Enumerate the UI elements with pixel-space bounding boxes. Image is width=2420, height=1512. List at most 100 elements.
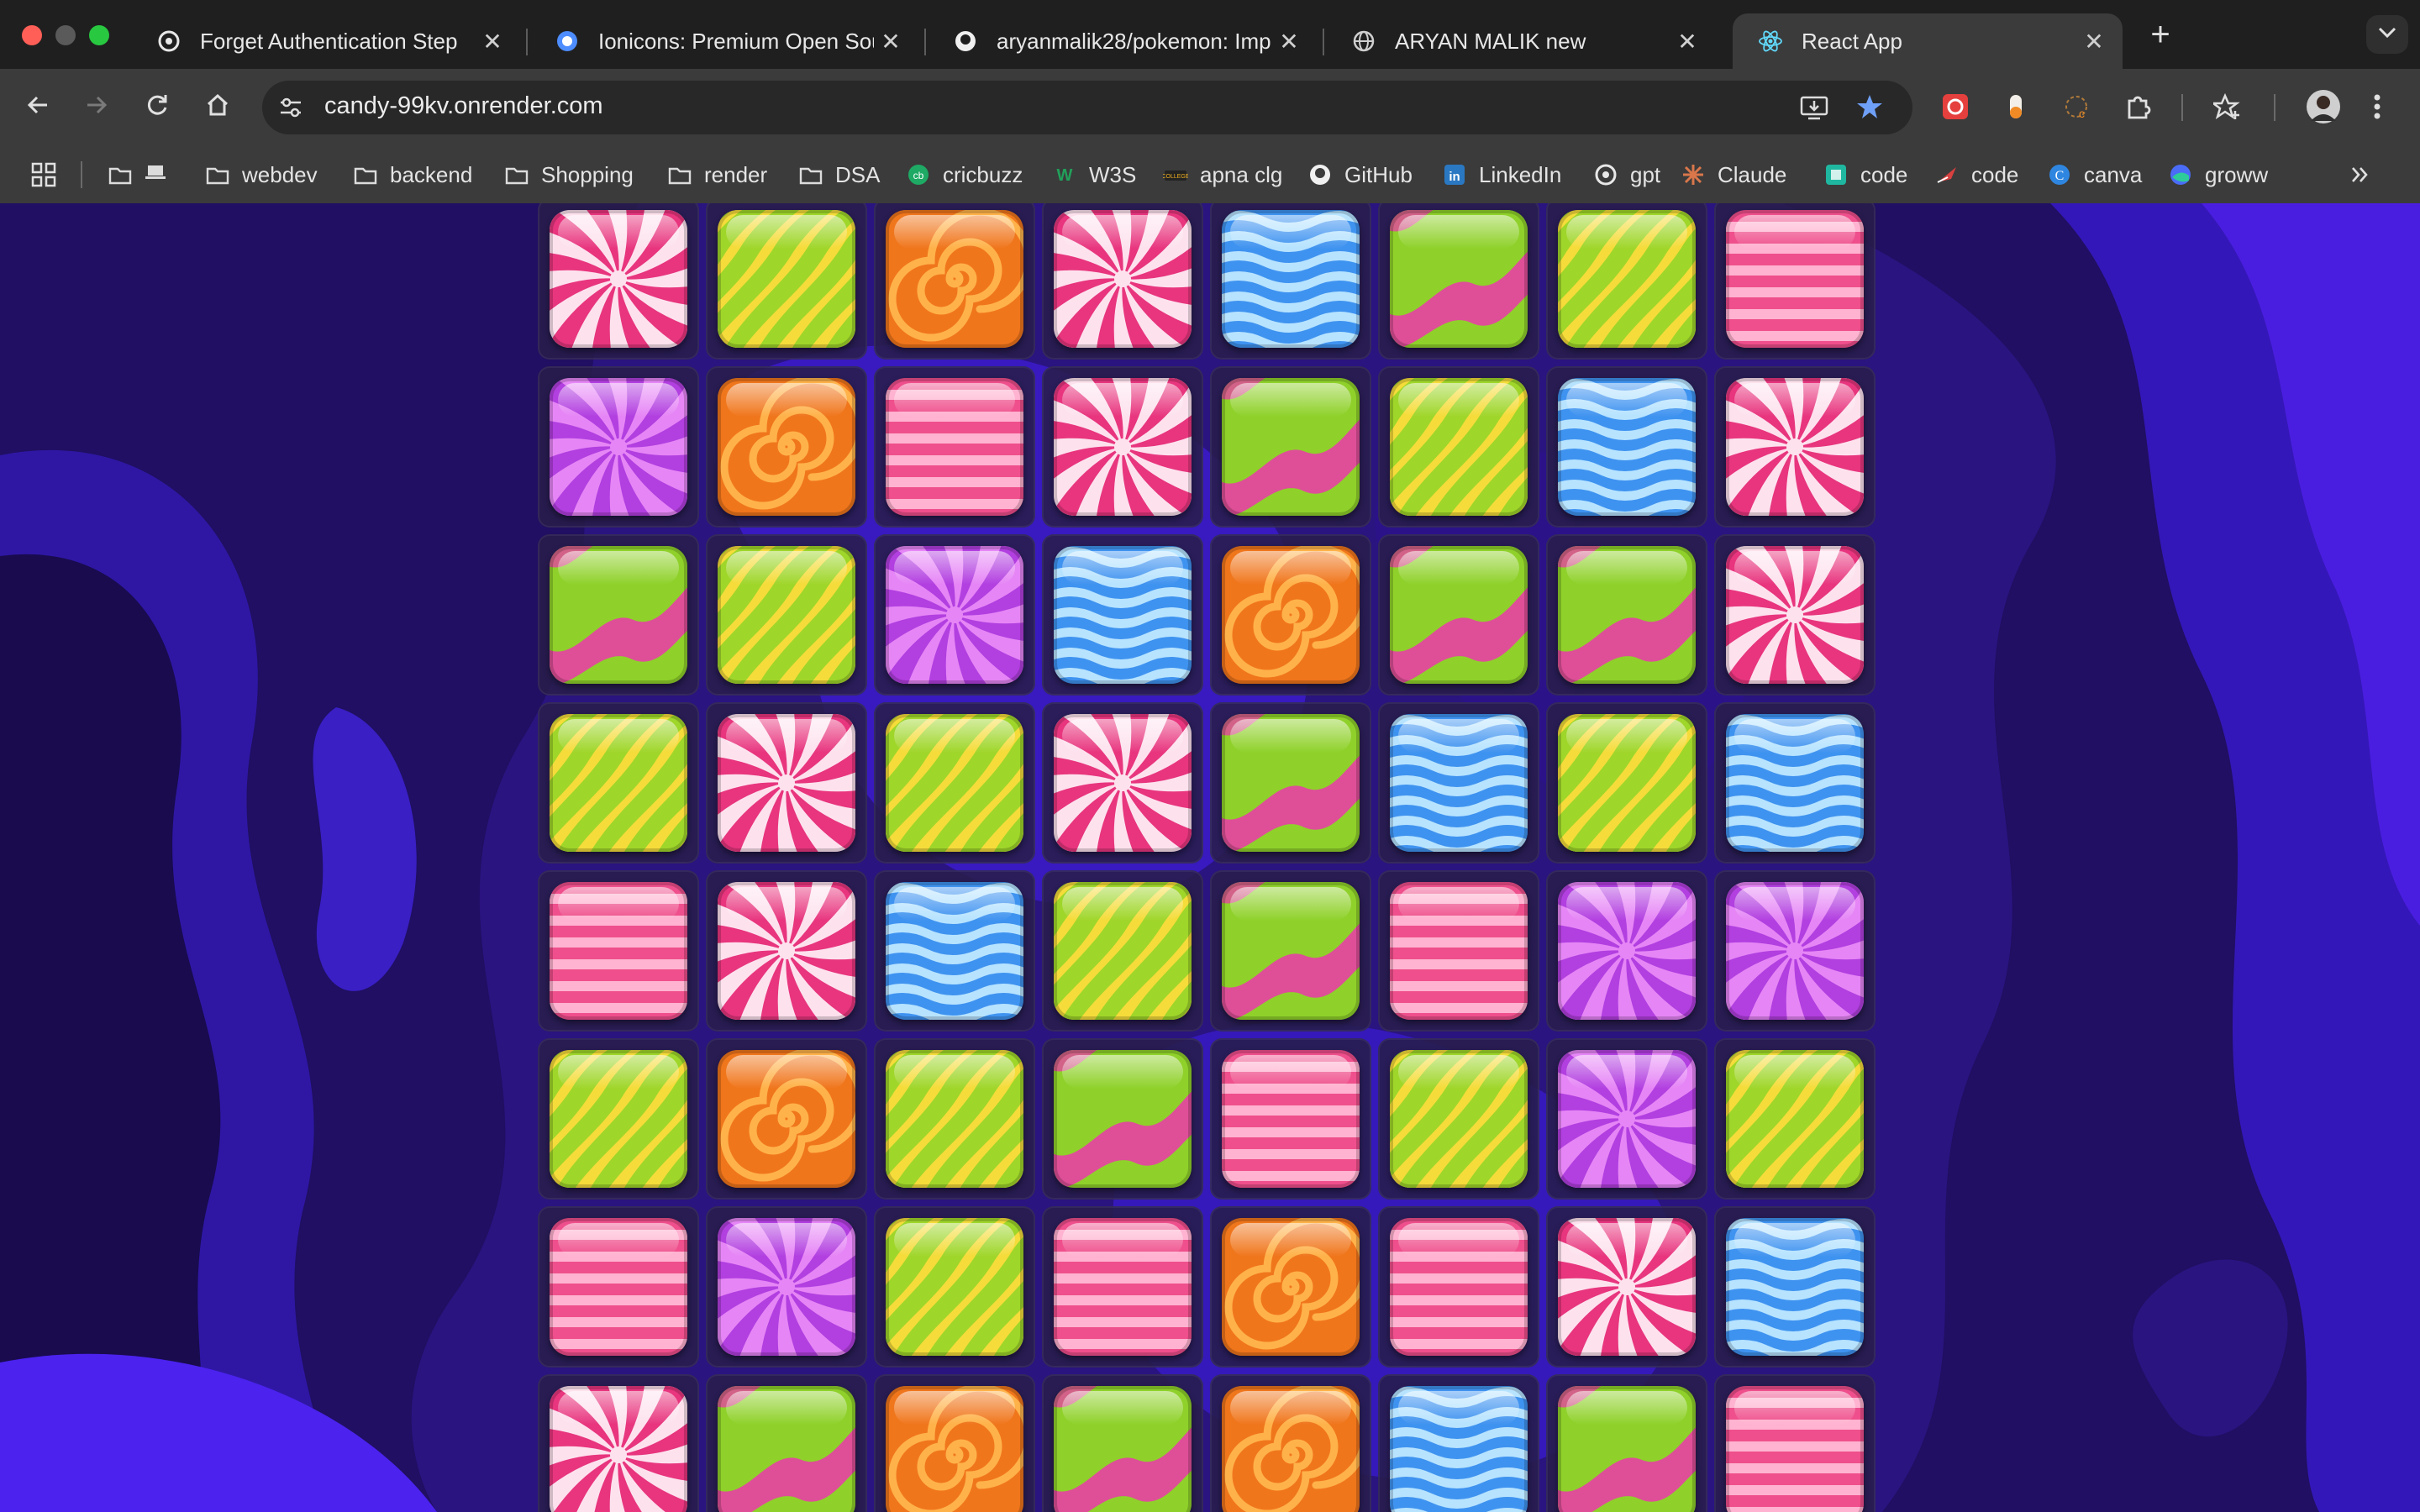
board-cell[interactable] — [706, 1374, 867, 1512]
board-cell[interactable] — [1210, 534, 1371, 696]
blue-wavy-candy[interactable] — [1390, 1386, 1528, 1512]
board-cell[interactable] — [1210, 702, 1371, 864]
board-cell[interactable] — [1042, 702, 1203, 864]
board-cell[interactable] — [1714, 1374, 1876, 1512]
site-settings-icon[interactable] — [277, 94, 304, 125]
tab-github-pokemon[interactable]: aryanmalik28/pokemon: Imple ✕ — [928, 13, 1318, 69]
close-tab-icon[interactable]: ✕ — [1272, 28, 1306, 55]
board-cell[interactable] — [874, 1038, 1035, 1200]
board-cell[interactable] — [1378, 203, 1539, 360]
board-cell[interactable] — [706, 702, 867, 864]
maximize-window-button[interactable] — [89, 25, 109, 45]
red-swirl-candy[interactable] — [1726, 546, 1864, 684]
board-cell[interactable] — [538, 702, 699, 864]
board-cell[interactable] — [538, 870, 699, 1032]
board-cell[interactable] — [1210, 1374, 1371, 1512]
orange-spiral-candy[interactable] — [886, 1386, 1023, 1512]
board-cell[interactable] — [1546, 1038, 1707, 1200]
board-cell[interactable] — [874, 534, 1035, 696]
blue-wavy-candy[interactable] — [1558, 378, 1696, 516]
back-button[interactable] — [18, 87, 57, 126]
bookmark-canva[interactable]: Ccanva — [2047, 151, 2142, 198]
blue-wavy-candy[interactable] — [1390, 714, 1528, 852]
yellow-green-striped-candy[interactable] — [718, 210, 855, 348]
yellow-green-striped-candy[interactable] — [550, 1050, 687, 1188]
board-cell[interactable] — [1378, 870, 1539, 1032]
adblock-extension-icon[interactable] — [1941, 92, 1970, 125]
bookmark-backend[interactable]: backend — [353, 151, 472, 198]
green-pink-wave-candy[interactable] — [1054, 1050, 1192, 1188]
red-swirl-candy[interactable] — [1054, 210, 1192, 348]
bookmark-w3s[interactable]: W W3S — [1052, 151, 1137, 198]
orange-spiral-candy[interactable] — [1222, 1386, 1360, 1512]
green-pink-wave-candy[interactable] — [1222, 882, 1360, 1020]
board-cell[interactable] — [1378, 534, 1539, 696]
board-cell[interactable] — [1042, 534, 1203, 696]
red-swirl-candy[interactable] — [1054, 378, 1192, 516]
board-cell[interactable] — [1042, 366, 1203, 528]
new-tab-button[interactable]: + — [2141, 15, 2180, 54]
board-cell[interactable] — [1378, 1038, 1539, 1200]
board-cell[interactable] — [1210, 366, 1371, 528]
yellow-green-striped-candy[interactable] — [886, 714, 1023, 852]
forward-button[interactable] — [77, 87, 116, 126]
bookmark-groww[interactable]: groww — [2168, 151, 2268, 198]
apps-grid-icon[interactable] — [30, 161, 57, 192]
yellow-green-striped-candy[interactable] — [1558, 714, 1696, 852]
yellow-green-striped-candy[interactable] — [1054, 882, 1192, 1020]
blue-wavy-candy[interactable] — [1726, 1218, 1864, 1356]
profile-avatar[interactable] — [2306, 89, 2341, 129]
board-cell[interactable] — [1210, 870, 1371, 1032]
reading-list-star-icon[interactable] — [2210, 92, 2242, 125]
green-pink-wave-candy[interactable] — [1558, 546, 1696, 684]
purple-pinwheel-candy[interactable] — [550, 378, 687, 516]
close-tab-icon[interactable]: ✕ — [2077, 28, 2111, 55]
orange-spiral-candy[interactable] — [718, 1050, 855, 1188]
pink-banded-candy[interactable] — [1726, 1386, 1864, 1512]
green-pink-wave-candy[interactable] — [1222, 714, 1360, 852]
blue-wavy-candy[interactable] — [1054, 546, 1192, 684]
pink-banded-candy[interactable] — [1222, 1050, 1360, 1188]
yellow-green-striped-candy[interactable] — [1390, 378, 1528, 516]
board-cell[interactable] — [1210, 203, 1371, 360]
board-cell[interactable] — [874, 870, 1035, 1032]
board-cell[interactable] — [1714, 1038, 1876, 1200]
pink-banded-candy[interactable] — [1390, 882, 1528, 1020]
pink-banded-candy[interactable] — [1726, 210, 1864, 348]
tab-ionicons[interactable]: Ionicons: Premium Open Sour ✕ — [529, 13, 919, 69]
green-pink-wave-candy[interactable] — [718, 1386, 855, 1512]
tab-forget-authentication[interactable]: Forget Authentication Step ✕ — [131, 13, 521, 69]
extensions-puzzle-icon[interactable] — [2124, 92, 2153, 125]
green-pink-wave-candy[interactable] — [550, 546, 687, 684]
pink-banded-candy[interactable] — [550, 1218, 687, 1356]
red-swirl-candy[interactable] — [718, 882, 855, 1020]
board-cell[interactable] — [538, 366, 699, 528]
board-cell[interactable] — [706, 870, 867, 1032]
purple-pinwheel-candy[interactable] — [1558, 882, 1696, 1020]
board-cell[interactable] — [538, 534, 699, 696]
board-cell[interactable] — [874, 1206, 1035, 1368]
red-swirl-candy[interactable] — [718, 714, 855, 852]
pink-banded-candy[interactable] — [1390, 1218, 1528, 1356]
board-cell[interactable] — [706, 1038, 867, 1200]
purple-pinwheel-candy[interactable] — [1726, 882, 1864, 1020]
blue-wavy-candy[interactable] — [886, 882, 1023, 1020]
close-tab-icon[interactable]: ✕ — [476, 28, 509, 55]
board-cell[interactable] — [706, 534, 867, 696]
board-cell[interactable] — [1042, 1374, 1203, 1512]
board-cell[interactable] — [1042, 203, 1203, 360]
yellow-green-striped-candy[interactable] — [886, 1050, 1023, 1188]
bookmark-code[interactable]: code — [1934, 151, 2018, 198]
board-cell[interactable] — [874, 702, 1035, 864]
purple-pinwheel-candy[interactable] — [718, 1218, 855, 1356]
bookmark-apna-clg[interactable]: COLLEGE apna clg — [1163, 151, 1282, 198]
orange-spiral-candy[interactable] — [886, 210, 1023, 348]
minimize-window-button[interactable] — [55, 25, 76, 45]
menu-kebab-icon[interactable] — [2371, 92, 2383, 125]
close-tab-icon[interactable]: ✕ — [874, 28, 908, 55]
green-pink-wave-candy[interactable] — [1054, 1386, 1192, 1512]
board-cell[interactable] — [1042, 1206, 1203, 1368]
board-cell[interactable] — [1210, 1038, 1371, 1200]
reload-button[interactable] — [138, 87, 176, 126]
purple-pinwheel-candy[interactable] — [1558, 1050, 1696, 1188]
